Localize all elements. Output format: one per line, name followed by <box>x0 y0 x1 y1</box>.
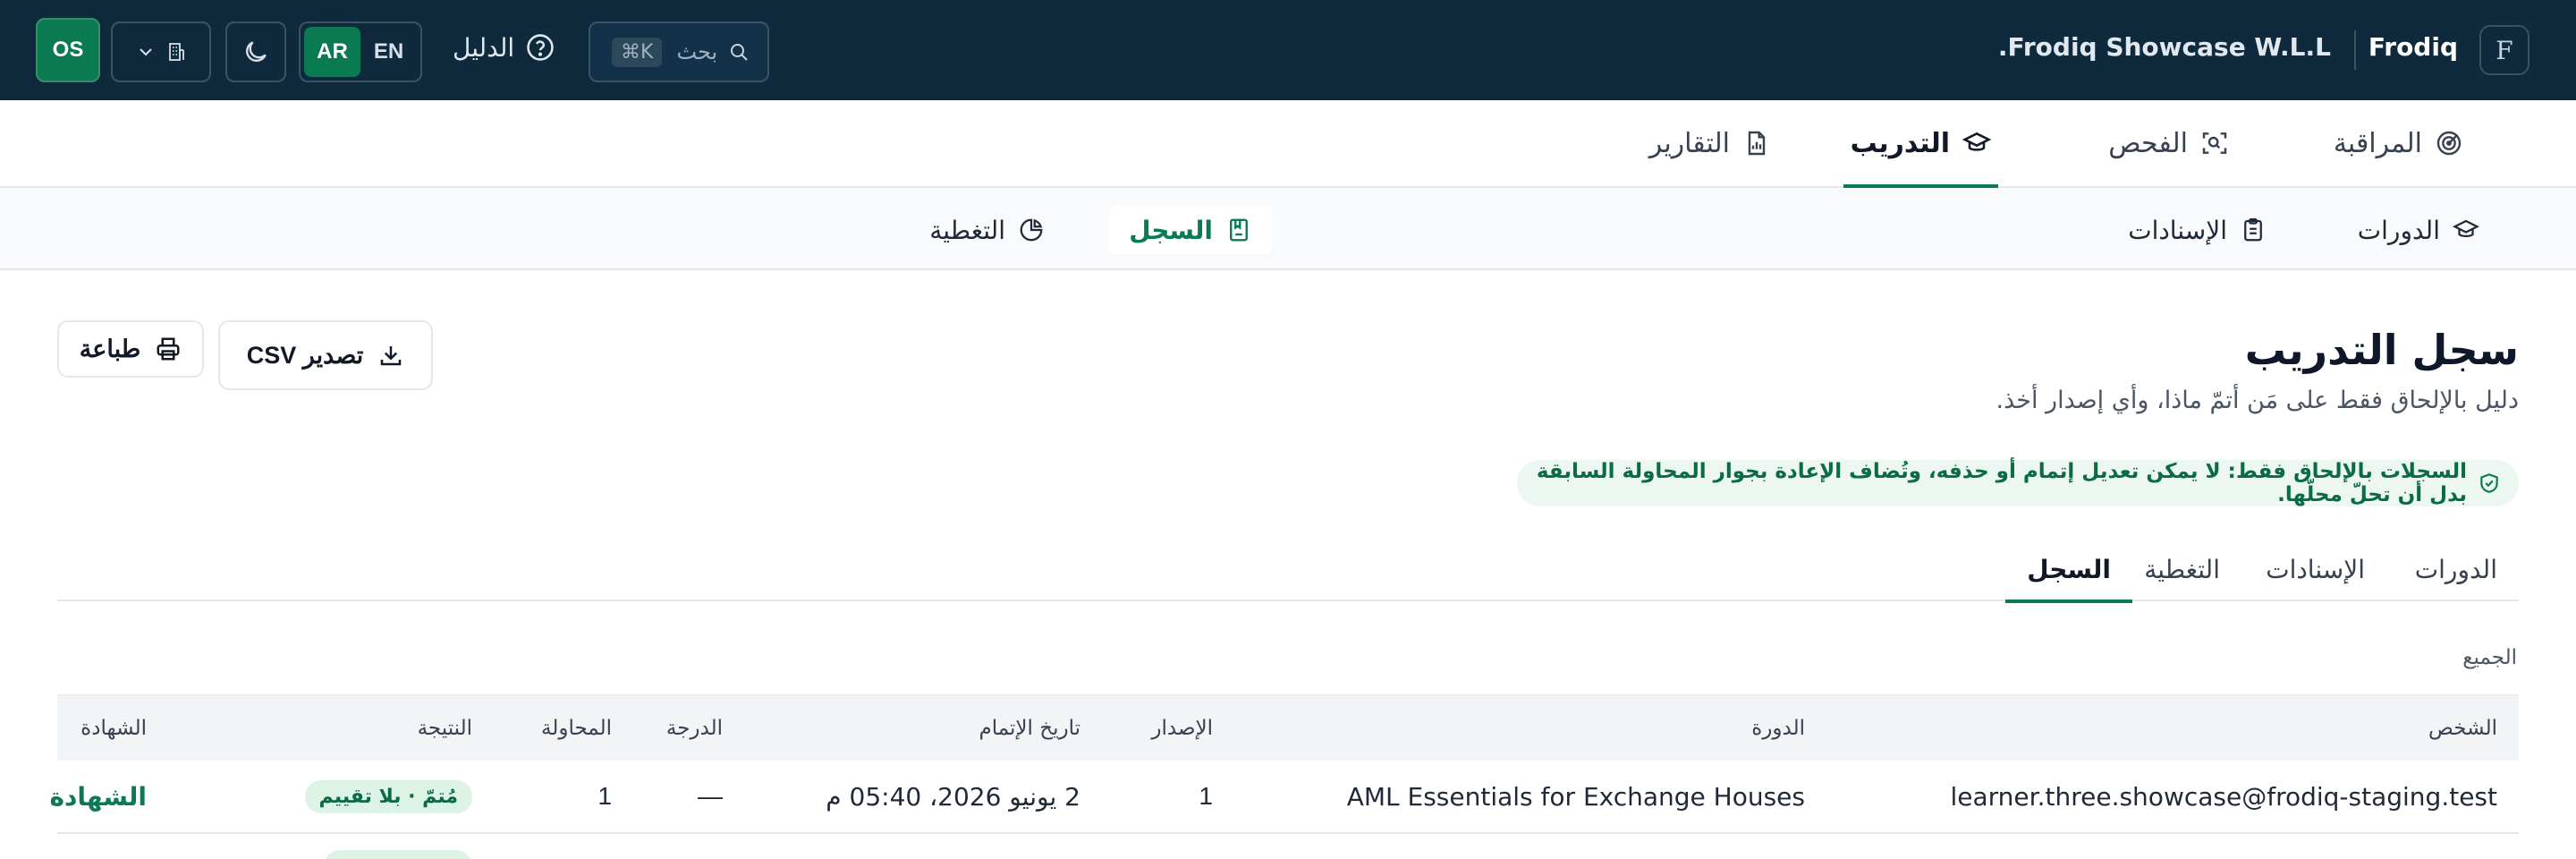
subnav-assignments[interactable]: الإسنادات <box>2108 206 2286 254</box>
shield-check-icon <box>2480 473 2498 493</box>
graduation-cap-icon <box>2453 219 2479 237</box>
search-shortcut-badge: ⌘K <box>612 37 663 67</box>
page-title: سجل التدريب <box>2244 326 2519 374</box>
print-label: طباعة <box>79 335 141 362</box>
search-placeholder: بحث <box>676 39 718 64</box>
nav-reports[interactable]: التقارير <box>1649 100 1771 186</box>
brand-divider <box>2354 30 2356 70</box>
organization-name: Frodiq Showcase W.L.L. <box>1997 32 2331 62</box>
chevron-down-icon <box>140 48 152 56</box>
subnav-coverage-label: التغطية <box>929 215 1005 245</box>
export-csv-label: تصدير CSV <box>246 341 364 369</box>
cell-completed-at: 2 يونيو 2026، 05:40 م <box>826 781 1080 812</box>
user-avatar[interactable]: OS <box>36 18 100 82</box>
cell-course: AML Essentials for Exchange Houses <box>1346 781 1805 812</box>
graduation-cap-icon <box>1962 132 1991 151</box>
tab-assignments[interactable]: الإسنادات <box>2244 537 2386 601</box>
column-course: الدورة <box>1751 716 1805 740</box>
printer-icon <box>157 337 180 361</box>
search-icon <box>731 44 748 61</box>
tab-courses[interactable]: الدورات <box>2394 537 2519 601</box>
nav-monitoring[interactable]: المراقبة <box>2334 100 2463 186</box>
radar-icon <box>2436 131 2462 156</box>
export-csv-button[interactable]: تصدير CSV <box>218 320 433 390</box>
nav-training-label: التدريب <box>1850 127 1950 159</box>
page-subtitle: دليل بالإلحاق فقط على مَن أتمّ ماذا، وأي… <box>1996 387 2520 414</box>
nav-training[interactable]: التدريب <box>1843 100 1999 188</box>
result-badge: مُتمّ · بلا تقييم <box>304 779 472 813</box>
brand-logo[interactable]: F <box>2479 25 2529 75</box>
table-row-partial <box>57 834 2519 859</box>
cell-version: 1 <box>1199 782 1213 810</box>
cell-result: مُتمّ · بلا تقييم <box>304 761 472 832</box>
help-circle-icon <box>527 34 554 61</box>
search-button[interactable]: ⌘K بحث <box>589 21 769 82</box>
moon-icon <box>246 41 267 62</box>
print-button[interactable]: طباعة <box>57 320 204 378</box>
table-row: learner.three.showcase@frodiq-staging.te… <box>50 761 2519 834</box>
column-version: الإصدار <box>1151 716 1213 740</box>
organization-switcher[interactable] <box>111 21 211 82</box>
cell-person: learner.three.showcase@frodiq-staging.te… <box>1950 781 2498 812</box>
subnav-coverage[interactable]: التغطية <box>910 206 1064 254</box>
column-attempt: المحاولة <box>541 716 612 740</box>
building-icon <box>169 43 184 61</box>
main-navigation: المراقبة الفحص التدريب التقارير <box>0 100 2576 188</box>
subnav-assignments-label: الإسنادات <box>2128 215 2227 245</box>
table-header: الشخص الدورة الإصدار تاريخ الإتمام الدرج… <box>57 694 2519 761</box>
guide-link[interactable]: الدليل <box>453 32 555 63</box>
subnav-courses[interactable]: الدورات <box>2338 206 2499 254</box>
column-result: النتيجة <box>417 716 472 740</box>
top-bar: F Frodiq Frodiq Showcase W.L.L. ⌘K بحث ا… <box>0 0 2576 100</box>
download-icon <box>381 346 402 366</box>
nav-monitoring-label: المراقبة <box>2333 127 2422 159</box>
nav-screening[interactable]: الفحص <box>2108 100 2229 186</box>
training-record-table: الشخص الدورة الإصدار تاريخ الإتمام الدرج… <box>50 694 2519 834</box>
language-switcher: AR EN <box>299 21 422 82</box>
column-score: الدرجة <box>665 716 723 740</box>
cell-attempt: 1 <box>597 782 612 810</box>
column-person: الشخص <box>2428 716 2497 740</box>
subnav-record-label: السجل <box>1129 215 1213 245</box>
theme-toggle-button[interactable] <box>225 21 286 82</box>
notice-text: السجلات بالإلحاق فقط: لا يمكن تعديل إتما… <box>1536 460 2467 506</box>
guide-label: الدليل <box>453 32 515 63</box>
subnav-courses-label: الدورات <box>2357 215 2440 245</box>
record-book-icon <box>1230 218 1248 242</box>
language-en-button[interactable]: EN <box>360 27 417 77</box>
brand-name[interactable]: Frodiq <box>2368 32 2458 62</box>
filter-all[interactable]: الجميع <box>2462 646 2517 669</box>
tab-record[interactable]: السجل <box>2005 537 2132 603</box>
cell-score: — <box>698 782 723 810</box>
scan-icon <box>2202 132 2227 154</box>
nav-screening-label: الفحص <box>2108 127 2188 159</box>
clipboard-icon <box>2244 218 2262 242</box>
report-icon <box>1748 131 1766 156</box>
nav-reports-label: التقارير <box>1648 127 1730 159</box>
column-completed-at: تاريخ الإتمام <box>979 716 1080 740</box>
certificate-link[interactable]: الشهادة <box>50 782 148 812</box>
language-ar-button[interactable]: AR <box>304 27 360 77</box>
column-certificate: الشهادة <box>80 716 147 740</box>
append-only-notice: السجلات بالإلحاق فقط: لا يمكن تعديل إتما… <box>1517 460 2519 506</box>
cell-certificate: الشهادة <box>50 761 148 832</box>
sub-navigation: الدورات الإسنادات السجل التغطية <box>0 188 2576 270</box>
result-badge-partial <box>324 850 472 859</box>
subnav-record[interactable]: السجل <box>1109 206 1272 254</box>
pie-chart-icon <box>1020 218 1043 242</box>
tab-coverage[interactable]: التغطية <box>2123 537 2241 601</box>
content-tabs: الدورات الإسنادات التغطية السجل <box>57 537 2519 603</box>
